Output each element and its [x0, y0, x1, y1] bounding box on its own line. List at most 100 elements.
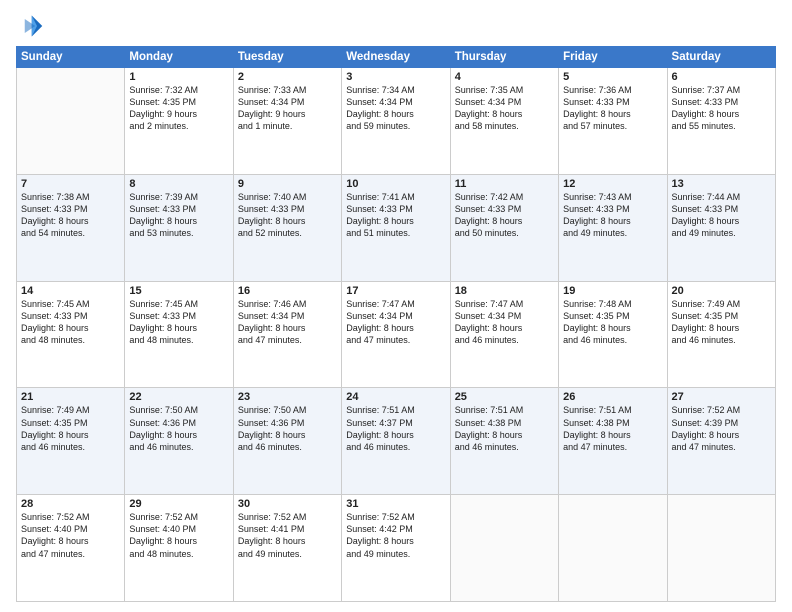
calendar-cell: [450, 495, 558, 602]
page: SundayMondayTuesdayWednesdayThursdayFrid…: [0, 0, 792, 612]
day-info: Sunrise: 7:47 AM Sunset: 4:34 PM Dayligh…: [455, 298, 554, 347]
day-header-saturday: Saturday: [667, 47, 775, 68]
day-number: 20: [672, 285, 771, 297]
calendar-cell: 10Sunrise: 7:41 AM Sunset: 4:33 PM Dayli…: [342, 174, 450, 281]
day-info: Sunrise: 7:45 AM Sunset: 4:33 PM Dayligh…: [21, 298, 120, 347]
day-number: 3: [346, 71, 445, 83]
day-info: Sunrise: 7:52 AM Sunset: 4:42 PM Dayligh…: [346, 511, 445, 560]
day-info: Sunrise: 7:49 AM Sunset: 4:35 PM Dayligh…: [21, 404, 120, 453]
day-number: 29: [129, 498, 228, 510]
day-info: Sunrise: 7:51 AM Sunset: 4:38 PM Dayligh…: [455, 404, 554, 453]
day-info: Sunrise: 7:52 AM Sunset: 4:41 PM Dayligh…: [238, 511, 337, 560]
calendar-week-row: 28Sunrise: 7:52 AM Sunset: 4:40 PM Dayli…: [17, 495, 776, 602]
day-number: 16: [238, 285, 337, 297]
day-number: 24: [346, 391, 445, 403]
day-info: Sunrise: 7:40 AM Sunset: 4:33 PM Dayligh…: [238, 191, 337, 240]
day-number: 1: [129, 71, 228, 83]
day-number: 13: [672, 178, 771, 190]
calendar-week-row: 14Sunrise: 7:45 AM Sunset: 4:33 PM Dayli…: [17, 281, 776, 388]
calendar-cell: 5Sunrise: 7:36 AM Sunset: 4:33 PM Daylig…: [559, 68, 667, 175]
day-header-friday: Friday: [559, 47, 667, 68]
calendar-cell: 13Sunrise: 7:44 AM Sunset: 4:33 PM Dayli…: [667, 174, 775, 281]
day-info: Sunrise: 7:50 AM Sunset: 4:36 PM Dayligh…: [238, 404, 337, 453]
day-number: 6: [672, 71, 771, 83]
day-info: Sunrise: 7:48 AM Sunset: 4:35 PM Dayligh…: [563, 298, 662, 347]
day-number: 12: [563, 178, 662, 190]
calendar-cell: 30Sunrise: 7:52 AM Sunset: 4:41 PM Dayli…: [233, 495, 341, 602]
day-info: Sunrise: 7:36 AM Sunset: 4:33 PM Dayligh…: [563, 84, 662, 133]
logo: [16, 12, 48, 40]
day-info: Sunrise: 7:47 AM Sunset: 4:34 PM Dayligh…: [346, 298, 445, 347]
day-number: 8: [129, 178, 228, 190]
day-number: 30: [238, 498, 337, 510]
day-number: 27: [672, 391, 771, 403]
day-info: Sunrise: 7:52 AM Sunset: 4:40 PM Dayligh…: [21, 511, 120, 560]
calendar-week-row: 7Sunrise: 7:38 AM Sunset: 4:33 PM Daylig…: [17, 174, 776, 281]
calendar-cell: 3Sunrise: 7:34 AM Sunset: 4:34 PM Daylig…: [342, 68, 450, 175]
calendar-cell: 15Sunrise: 7:45 AM Sunset: 4:33 PM Dayli…: [125, 281, 233, 388]
day-number: 25: [455, 391, 554, 403]
day-number: 22: [129, 391, 228, 403]
calendar-week-row: 1Sunrise: 7:32 AM Sunset: 4:35 PM Daylig…: [17, 68, 776, 175]
day-number: 7: [21, 178, 120, 190]
calendar-header-row: SundayMondayTuesdayWednesdayThursdayFrid…: [17, 47, 776, 68]
calendar-cell: 22Sunrise: 7:50 AM Sunset: 4:36 PM Dayli…: [125, 388, 233, 495]
day-number: 11: [455, 178, 554, 190]
calendar-cell: 31Sunrise: 7:52 AM Sunset: 4:42 PM Dayli…: [342, 495, 450, 602]
day-info: Sunrise: 7:46 AM Sunset: 4:34 PM Dayligh…: [238, 298, 337, 347]
calendar-cell: 21Sunrise: 7:49 AM Sunset: 4:35 PM Dayli…: [17, 388, 125, 495]
day-info: Sunrise: 7:43 AM Sunset: 4:33 PM Dayligh…: [563, 191, 662, 240]
day-info: Sunrise: 7:51 AM Sunset: 4:37 PM Dayligh…: [346, 404, 445, 453]
day-header-tuesday: Tuesday: [233, 47, 341, 68]
calendar-cell: 27Sunrise: 7:52 AM Sunset: 4:39 PM Dayli…: [667, 388, 775, 495]
calendar-cell: 14Sunrise: 7:45 AM Sunset: 4:33 PM Dayli…: [17, 281, 125, 388]
day-info: Sunrise: 7:35 AM Sunset: 4:34 PM Dayligh…: [455, 84, 554, 133]
calendar-week-row: 21Sunrise: 7:49 AM Sunset: 4:35 PM Dayli…: [17, 388, 776, 495]
calendar-cell: 17Sunrise: 7:47 AM Sunset: 4:34 PM Dayli…: [342, 281, 450, 388]
calendar-cell: 1Sunrise: 7:32 AM Sunset: 4:35 PM Daylig…: [125, 68, 233, 175]
calendar-cell: 9Sunrise: 7:40 AM Sunset: 4:33 PM Daylig…: [233, 174, 341, 281]
day-number: 2: [238, 71, 337, 83]
calendar-cell: 11Sunrise: 7:42 AM Sunset: 4:33 PM Dayli…: [450, 174, 558, 281]
calendar-cell: 29Sunrise: 7:52 AM Sunset: 4:40 PM Dayli…: [125, 495, 233, 602]
calendar-table: SundayMondayTuesdayWednesdayThursdayFrid…: [16, 46, 776, 602]
calendar-cell: 8Sunrise: 7:39 AM Sunset: 4:33 PM Daylig…: [125, 174, 233, 281]
calendar-cell: [559, 495, 667, 602]
day-number: 26: [563, 391, 662, 403]
day-number: 17: [346, 285, 445, 297]
day-info: Sunrise: 7:50 AM Sunset: 4:36 PM Dayligh…: [129, 404, 228, 453]
day-header-monday: Monday: [125, 47, 233, 68]
calendar-cell: 12Sunrise: 7:43 AM Sunset: 4:33 PM Dayli…: [559, 174, 667, 281]
day-info: Sunrise: 7:41 AM Sunset: 4:33 PM Dayligh…: [346, 191, 445, 240]
calendar-cell: 28Sunrise: 7:52 AM Sunset: 4:40 PM Dayli…: [17, 495, 125, 602]
day-info: Sunrise: 7:52 AM Sunset: 4:40 PM Dayligh…: [129, 511, 228, 560]
calendar-cell: 26Sunrise: 7:51 AM Sunset: 4:38 PM Dayli…: [559, 388, 667, 495]
calendar-cell: [667, 495, 775, 602]
day-number: 14: [21, 285, 120, 297]
day-info: Sunrise: 7:34 AM Sunset: 4:34 PM Dayligh…: [346, 84, 445, 133]
day-number: 5: [563, 71, 662, 83]
day-number: 18: [455, 285, 554, 297]
calendar-cell: 16Sunrise: 7:46 AM Sunset: 4:34 PM Dayli…: [233, 281, 341, 388]
calendar-cell: 24Sunrise: 7:51 AM Sunset: 4:37 PM Dayli…: [342, 388, 450, 495]
calendar-cell: 7Sunrise: 7:38 AM Sunset: 4:33 PM Daylig…: [17, 174, 125, 281]
day-info: Sunrise: 7:42 AM Sunset: 4:33 PM Dayligh…: [455, 191, 554, 240]
day-info: Sunrise: 7:32 AM Sunset: 4:35 PM Dayligh…: [129, 84, 228, 133]
day-info: Sunrise: 7:52 AM Sunset: 4:39 PM Dayligh…: [672, 404, 771, 453]
day-info: Sunrise: 7:33 AM Sunset: 4:34 PM Dayligh…: [238, 84, 337, 133]
calendar-cell: 18Sunrise: 7:47 AM Sunset: 4:34 PM Dayli…: [450, 281, 558, 388]
calendar-cell: 6Sunrise: 7:37 AM Sunset: 4:33 PM Daylig…: [667, 68, 775, 175]
day-info: Sunrise: 7:38 AM Sunset: 4:33 PM Dayligh…: [21, 191, 120, 240]
logo-icon: [16, 12, 44, 40]
calendar-cell: 19Sunrise: 7:48 AM Sunset: 4:35 PM Dayli…: [559, 281, 667, 388]
calendar-cell: 4Sunrise: 7:35 AM Sunset: 4:34 PM Daylig…: [450, 68, 558, 175]
day-info: Sunrise: 7:45 AM Sunset: 4:33 PM Dayligh…: [129, 298, 228, 347]
calendar-cell: 23Sunrise: 7:50 AM Sunset: 4:36 PM Dayli…: [233, 388, 341, 495]
day-info: Sunrise: 7:51 AM Sunset: 4:38 PM Dayligh…: [563, 404, 662, 453]
day-number: 4: [455, 71, 554, 83]
calendar-cell: 25Sunrise: 7:51 AM Sunset: 4:38 PM Dayli…: [450, 388, 558, 495]
header: [16, 12, 776, 40]
day-number: 21: [21, 391, 120, 403]
day-number: 9: [238, 178, 337, 190]
day-number: 15: [129, 285, 228, 297]
